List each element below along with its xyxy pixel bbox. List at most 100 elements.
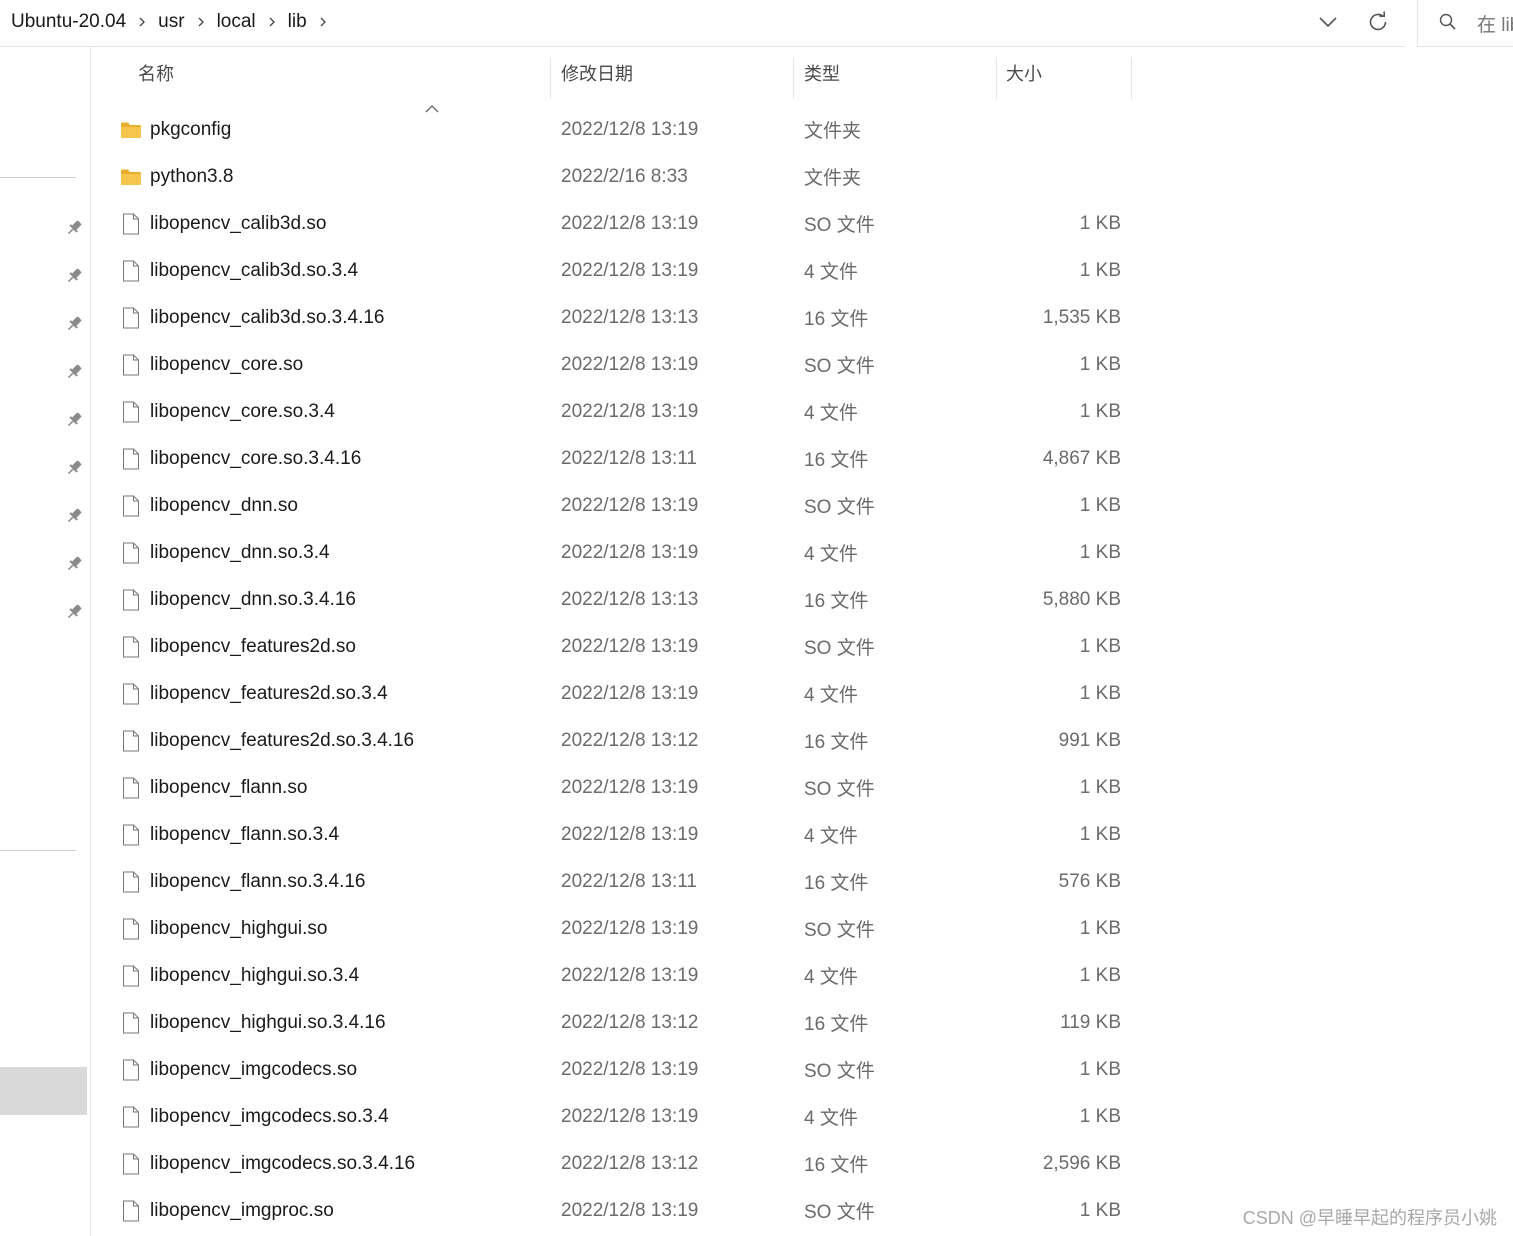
folder-row[interactable]: python3.8 2022/2/16 8:33 文件夹 xyxy=(92,153,1142,200)
file-list: pkgconfig 2022/12/8 13:19 文件夹 python3.8 2022… xyxy=(92,106,1142,1234)
file-modified-date: 2022/12/8 13:12 xyxy=(561,1152,699,1174)
file-name: libopencv_flann.so.3.4.16 xyxy=(150,870,366,892)
file-icon xyxy=(120,717,142,764)
file-modified-date: 2022/12/8 13:19 xyxy=(561,400,699,422)
file-icon xyxy=(120,1046,142,1093)
file-row[interactable]: libopencv_core.so.3.4.16 2022/12/8 13:11 1… xyxy=(92,435,1142,482)
file-row[interactable]: libopencv_core.so.3.4 2022/12/8 13:19 4 文件… xyxy=(92,388,1142,435)
nav-divider xyxy=(0,850,76,851)
search-input[interactable]: 在 lib xyxy=(1477,10,1513,37)
file-type: SO 文件 xyxy=(804,920,875,941)
navigation-pane[interactable] xyxy=(0,47,91,1236)
file-row[interactable]: libopencv_highgui.so.3.4 2022/12/8 13:19 4… xyxy=(92,952,1142,999)
column-header-name[interactable]: 名称 xyxy=(138,47,174,99)
file-modified-date: 2022/12/8 13:19 xyxy=(561,212,699,234)
column-divider[interactable] xyxy=(793,57,794,99)
file-type: 文件夹 xyxy=(804,121,862,142)
file-icon xyxy=(120,388,142,435)
file-icon xyxy=(120,435,142,482)
pin-icon[interactable] xyxy=(64,314,84,334)
column-divider[interactable] xyxy=(550,57,551,99)
address-history-button[interactable] xyxy=(1310,6,1346,38)
file-row[interactable]: libopencv_dnn.so 2022/12/8 13:19 SO 文件 1 KB xyxy=(92,482,1142,529)
file-row[interactable]: libopencv_imgcodecs.so 2022/12/8 13:19 SO … xyxy=(92,1046,1142,1093)
file-type: SO 文件 xyxy=(804,779,875,800)
file-modified-date: 2022/12/8 13:13 xyxy=(561,588,699,610)
file-row[interactable]: libopencv_imgcodecs.so.3.4.16 2022/12/8 1… xyxy=(92,1140,1142,1187)
file-type: 16 文件 xyxy=(804,1014,869,1035)
breadcrumb-item-lib[interactable]: lib xyxy=(288,11,307,33)
file-size xyxy=(892,153,1121,200)
column-divider[interactable] xyxy=(1131,57,1132,99)
breadcrumb-chevron-icon[interactable] xyxy=(307,0,339,44)
file-row[interactable]: libopencv_flann.so.3.4.16 2022/12/8 13:11… xyxy=(92,858,1142,905)
file-row[interactable]: libopencv_highgui.so 2022/12/8 13:19 SO 文件… xyxy=(92,905,1142,952)
column-divider[interactable] xyxy=(996,57,997,99)
file-type: SO 文件 xyxy=(804,1202,875,1223)
file-size: 576 KB xyxy=(1058,870,1121,892)
file-row[interactable]: libopencv_imgcodecs.so.3.4 2022/12/8 13:1… xyxy=(92,1093,1142,1140)
file-row[interactable]: libopencv_imgproc.so 2022/12/8 13:19 SO 文件… xyxy=(92,1187,1142,1234)
breadcrumb-chevron-icon[interactable] xyxy=(126,0,158,44)
pin-icon[interactable] xyxy=(64,554,84,574)
file-modified-date: 2022/12/8 13:19 xyxy=(561,1199,699,1221)
search-box[interactable]: 在 lib xyxy=(1417,0,1513,47)
file-size: 1 KB xyxy=(1079,1199,1121,1221)
pin-icon[interactable] xyxy=(64,506,84,526)
file-size: 119 KB xyxy=(1060,1011,1121,1033)
pin-icon[interactable] xyxy=(64,362,84,382)
file-size: 1 KB xyxy=(1079,635,1121,657)
file-row[interactable]: libopencv_flann.so 2022/12/8 13:19 SO 文件 1 … xyxy=(92,764,1142,811)
file-name: libopencv_highgui.so.3.4 xyxy=(150,964,360,986)
breadcrumb: Ubuntu-20.04 usr local lib xyxy=(11,0,339,44)
column-header-date[interactable]: 修改日期 xyxy=(561,47,633,99)
file-row[interactable]: libopencv_features2d.so.3.4.16 2022/12/8 … xyxy=(92,717,1142,764)
file-modified-date: 2022/2/16 8:33 xyxy=(561,165,688,187)
file-type: 4 文件 xyxy=(804,967,858,988)
file-name: libopencv_imgcodecs.so.3.4.16 xyxy=(150,1152,416,1174)
nav-item-selected[interactable] xyxy=(0,1067,87,1115)
pin-icon[interactable] xyxy=(64,410,84,430)
file-icon xyxy=(120,200,142,247)
refresh-icon xyxy=(1369,11,1387,31)
file-modified-date: 2022/12/8 13:19 xyxy=(561,682,699,704)
file-type: 16 文件 xyxy=(804,591,869,612)
breadcrumb-item-ubuntu[interactable]: Ubuntu-20.04 xyxy=(11,11,126,33)
file-row[interactable]: libopencv_features2d.so.3.4 2022/12/8 13:… xyxy=(92,670,1142,717)
refresh-button[interactable] xyxy=(1360,6,1396,38)
pin-icon[interactable] xyxy=(64,266,84,286)
breadcrumb-item-local[interactable]: local xyxy=(217,11,256,33)
pin-icon[interactable] xyxy=(64,602,84,622)
file-row[interactable]: libopencv_core.so 2022/12/8 13:19 SO 文件 1 K… xyxy=(92,341,1142,388)
file-size: 1,535 KB xyxy=(1042,306,1121,328)
file-modified-date: 2022/12/8 13:19 xyxy=(561,776,699,798)
file-size: 1 KB xyxy=(1079,400,1121,422)
file-type: 16 文件 xyxy=(804,1155,869,1176)
column-header-size[interactable]: 大小 xyxy=(1006,47,1042,99)
pin-icon[interactable] xyxy=(64,458,84,478)
file-type: 16 文件 xyxy=(804,450,869,471)
file-icon xyxy=(120,623,142,670)
address-bar[interactable]: Ubuntu-20.04 usr local lib xyxy=(0,0,1405,47)
pin-icon[interactable] xyxy=(64,218,84,238)
file-row[interactable]: libopencv_flann.so.3.4 2022/12/8 13:19 4 文… xyxy=(92,811,1142,858)
file-row[interactable]: libopencv_dnn.so.3.4.16 2022/12/8 13:13 16… xyxy=(92,576,1142,623)
file-icon xyxy=(120,905,142,952)
file-row[interactable]: libopencv_calib3d.so.3.4 2022/12/8 13:19 4… xyxy=(92,247,1142,294)
file-type: SO 文件 xyxy=(804,1061,875,1082)
file-name: libopencv_flann.so xyxy=(150,776,308,798)
file-icon xyxy=(120,670,142,717)
file-row[interactable]: libopencv_calib3d.so.3.4.16 2022/12/8 13:… xyxy=(92,294,1142,341)
file-modified-date: 2022/12/8 13:19 xyxy=(561,494,699,516)
file-row[interactable]: libopencv_dnn.so.3.4 2022/12/8 13:19 4 文件 1… xyxy=(92,529,1142,576)
column-header-type[interactable]: 类型 xyxy=(804,47,840,99)
file-row[interactable]: libopencv_features2d.so 2022/12/8 13:19 SO… xyxy=(92,623,1142,670)
file-row[interactable]: libopencv_highgui.so.3.4.16 2022/12/8 13:… xyxy=(92,999,1142,1046)
file-row[interactable]: libopencv_calib3d.so 2022/12/8 13:19 SO 文件… xyxy=(92,200,1142,247)
file-name: libopencv_calib3d.so xyxy=(150,212,327,234)
breadcrumb-chevron-icon[interactable] xyxy=(185,0,217,44)
file-icon xyxy=(120,1187,142,1234)
breadcrumb-item-usr[interactable]: usr xyxy=(158,11,184,33)
breadcrumb-chevron-icon[interactable] xyxy=(256,0,288,44)
folder-row[interactable]: pkgconfig 2022/12/8 13:19 文件夹 xyxy=(92,106,1142,153)
